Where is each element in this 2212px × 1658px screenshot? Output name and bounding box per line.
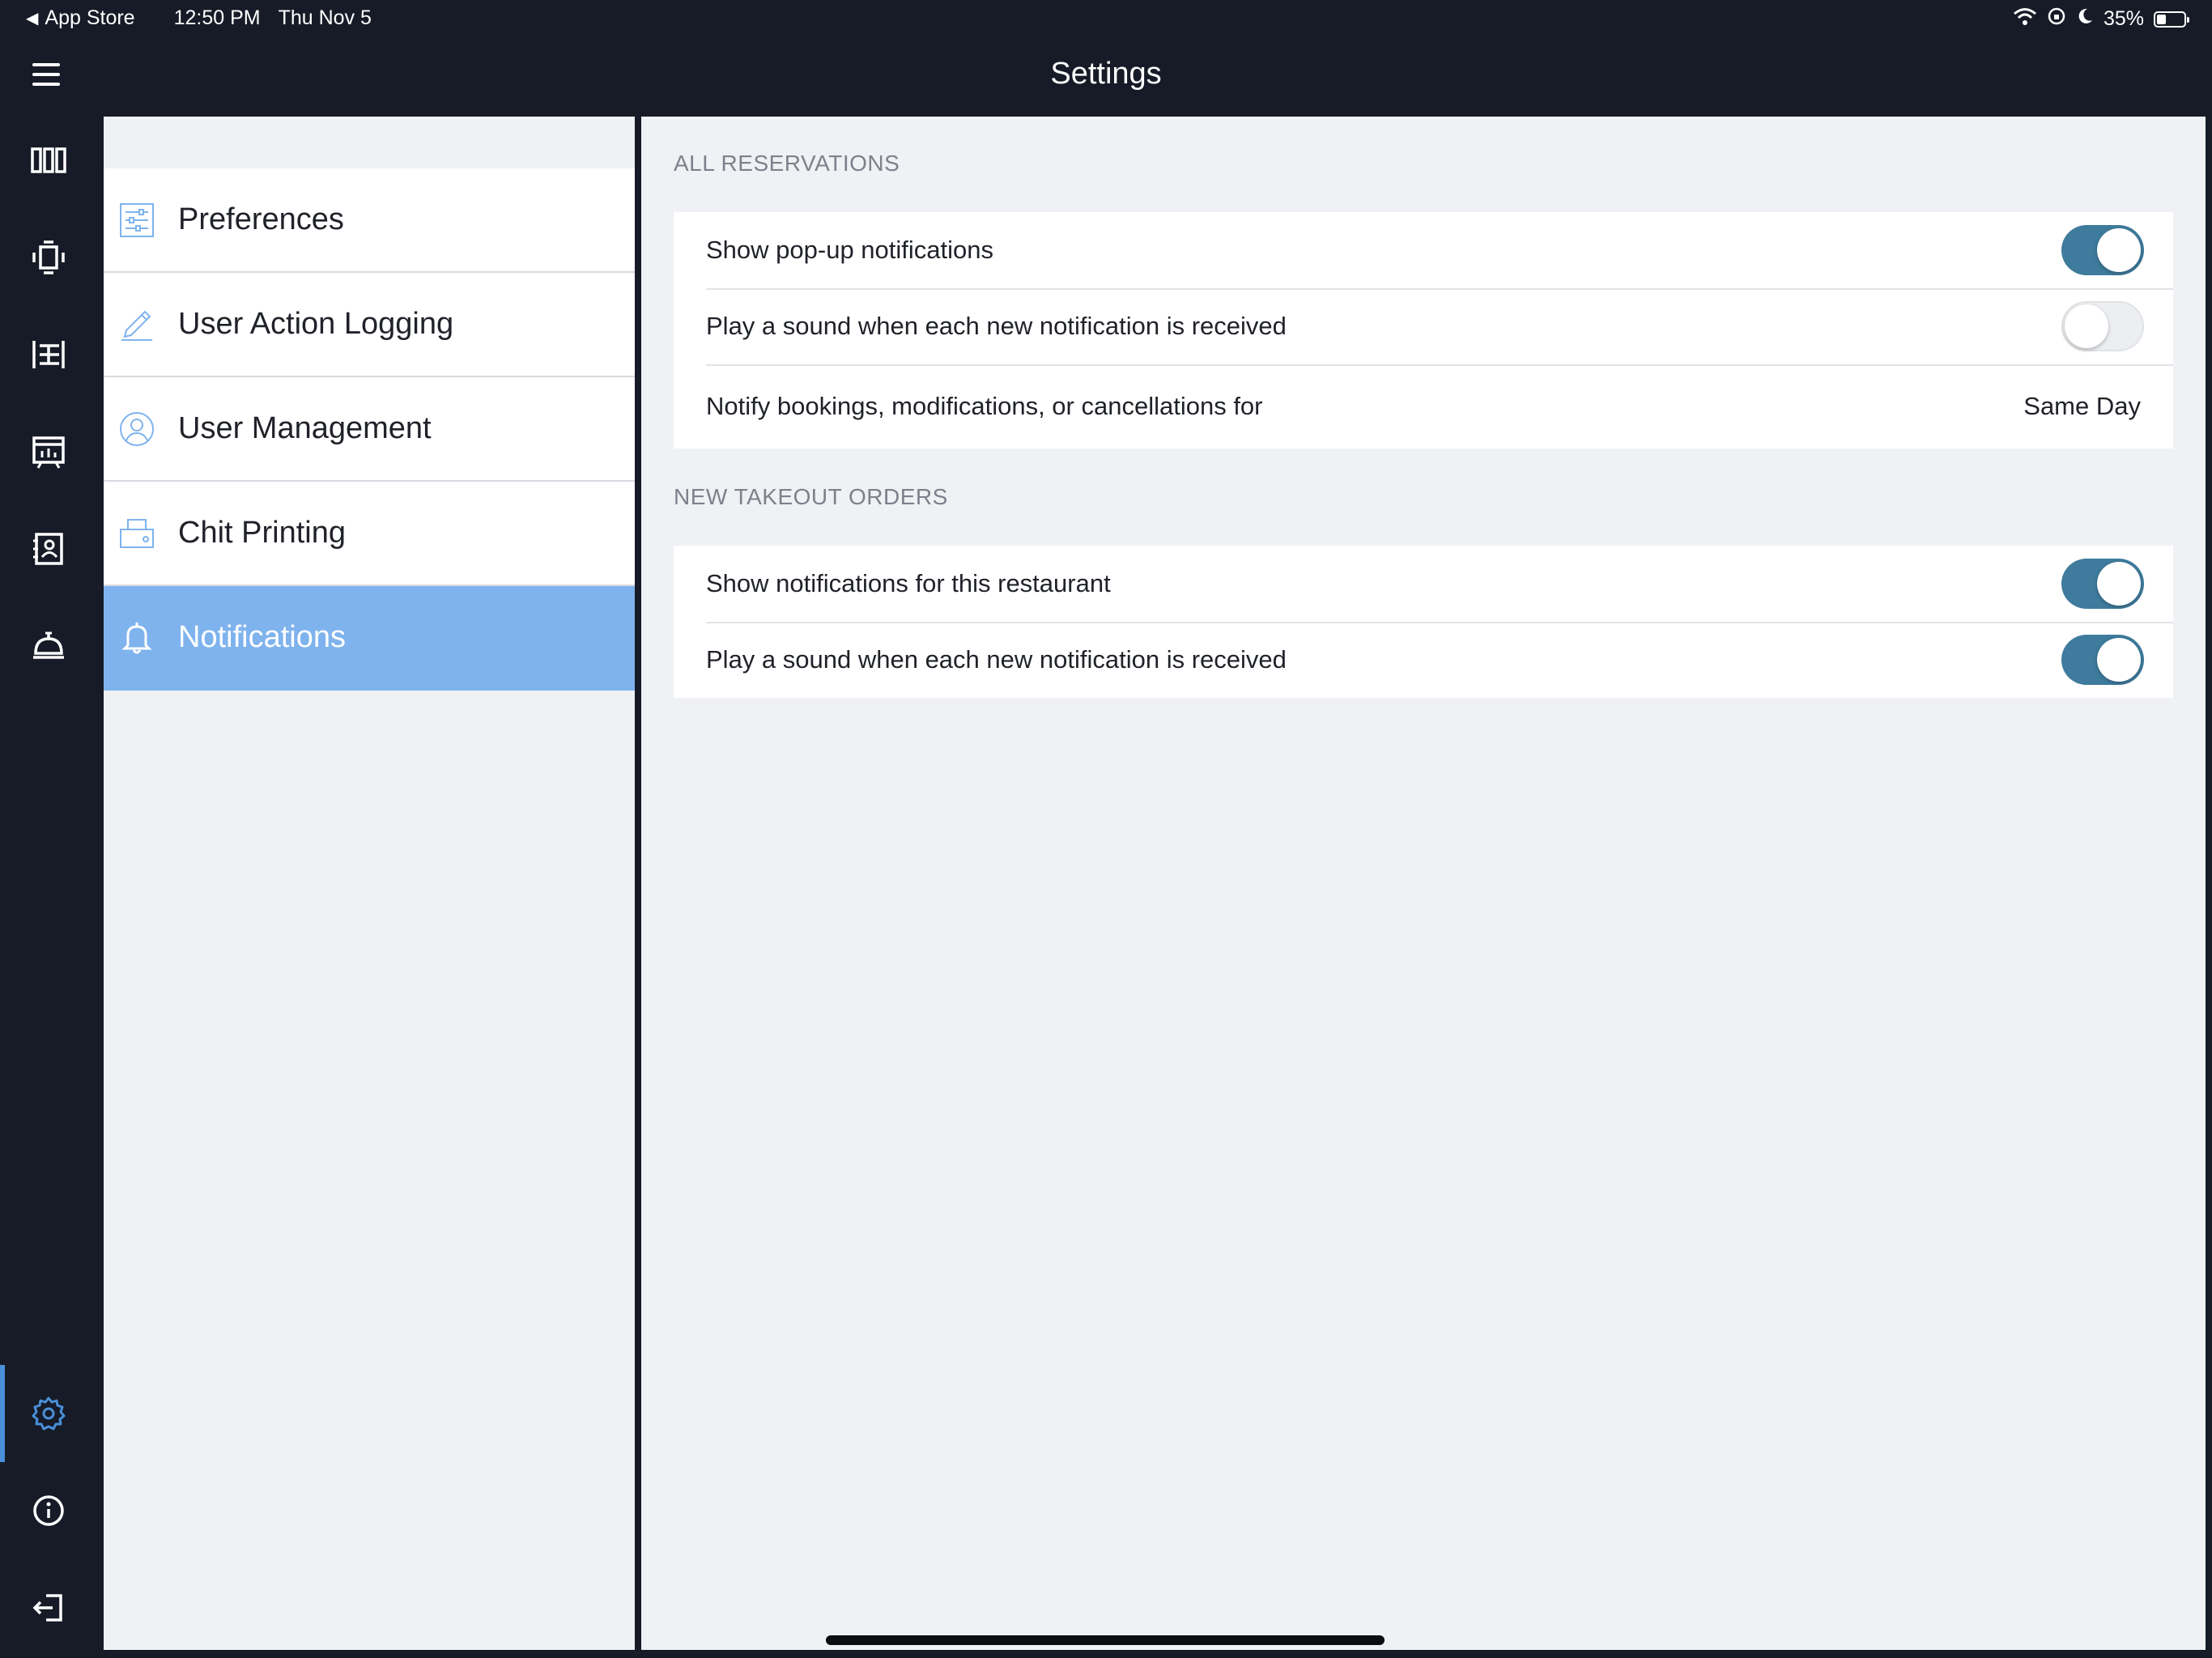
page-title: Settings (1050, 57, 1162, 91)
floor-plan-icon (32, 341, 65, 368)
do-not-disturb-moon-icon (2076, 6, 2094, 32)
rail-logout-button[interactable] (0, 1559, 97, 1656)
show-restaurant-notifications-toggle[interactable] (2061, 559, 2144, 609)
rail-floor-plan-button[interactable] (0, 306, 97, 403)
waitlist-icon (32, 240, 65, 274)
top-navigation-bar: Settings (0, 39, 2212, 112)
setting-row-play-sound-reservations: Play a sound when each new notification … (674, 288, 2173, 364)
settings-gear-icon (32, 1397, 66, 1431)
new-takeout-orders-card: Show notifications for this restaurant P… (674, 546, 2173, 698)
setting-label: Show notifications for this restaurant (706, 569, 1111, 597)
orientation-lock-icon (2047, 6, 2066, 32)
reports-calendar-icon (32, 436, 65, 469)
pencil-icon (118, 306, 155, 343)
wifi-icon (2013, 6, 2037, 32)
rail-guest-book-button[interactable] (0, 500, 97, 597)
section-heading-new-takeout-orders: NEW TAKEOUT ORDERS (674, 484, 948, 509)
reservations-columns-icon (31, 147, 66, 173)
guest-book-icon (33, 533, 63, 565)
takeout-bell-icon (33, 631, 64, 659)
user-circle-icon (118, 410, 155, 448)
battery-icon (2154, 11, 2189, 28)
settings-item-preferences[interactable]: Preferences (104, 168, 635, 273)
status-date: Thu Nov 5 (278, 6, 372, 29)
status-bar-left: ◀ App Store 12:50 PM Thu Nov 5 (26, 6, 372, 30)
setting-label: Show pop-up notifications (706, 236, 994, 264)
rail-info-button[interactable] (0, 1462, 97, 1559)
home-indicator[interactable] (826, 1635, 1385, 1645)
settings-item-user-action-logging[interactable]: User Action Logging (104, 273, 635, 377)
setting-label: Notify bookings, modifications, or cance… (706, 392, 1263, 420)
back-arrow-icon[interactable]: ◀ (26, 8, 38, 28)
setting-row-show-popup: Show pop-up notifications (674, 212, 2173, 288)
play-sound-takeout-toggle[interactable] (2061, 635, 2144, 685)
status-time: 12:50 PM (173, 6, 261, 29)
settings-item-chit-printing[interactable]: Chit Printing (104, 482, 635, 586)
rail-waitlist-button[interactable] (0, 209, 97, 306)
status-bar-right: 35% (2013, 6, 2189, 32)
battery-percent: 35% (2103, 7, 2144, 30)
notify-for-value[interactable]: Same Day (2023, 392, 2141, 421)
setting-label: Play a sound when each new notification … (706, 645, 1287, 674)
setting-row-play-sound-takeout: Play a sound when each new notification … (674, 622, 2173, 698)
notifications-detail-panel: ALL RESERVATIONS Show pop-up notificatio… (641, 117, 2206, 1650)
sliders-icon (118, 202, 155, 239)
setting-row-show-restaurant-notifications: Show notifications for this restaurant (674, 546, 2173, 622)
settings-item-label: Chit Printing (178, 516, 346, 550)
settings-item-user-management[interactable]: User Management (104, 377, 635, 482)
settings-item-label: User Management (178, 411, 432, 445)
settings-item-label: Preferences (178, 202, 344, 236)
bell-icon (118, 619, 155, 657)
settings-item-notifications[interactable]: Notifications (104, 586, 635, 691)
setting-label: Play a sound when each new notification … (706, 312, 1287, 340)
status-bar: ◀ App Store 12:50 PM Thu Nov 5 35% (0, 0, 2212, 39)
info-icon (33, 1495, 64, 1526)
rail-takeout-button[interactable] (0, 597, 97, 695)
back-to-app-link[interactable]: App Store (45, 6, 134, 30)
setting-row-notify-for[interactable]: Notify bookings, modifications, or cance… (674, 364, 2173, 449)
settings-item-label: User Action Logging (178, 307, 454, 341)
settings-menu-panel: Preferences User Action Logging User Man… (104, 117, 635, 1650)
section-heading-all-reservations: ALL RESERVATIONS (674, 151, 900, 176)
left-nav-rail (0, 112, 97, 1658)
rail-reports-button[interactable] (0, 403, 97, 500)
rail-settings-button[interactable] (0, 1365, 97, 1462)
printer-icon (118, 515, 155, 552)
settings-item-label: Notifications (178, 620, 346, 654)
all-reservations-card: Show pop-up notifications Play a sound w… (674, 212, 2173, 449)
show-popup-toggle[interactable] (2061, 225, 2144, 275)
play-sound-reservations-toggle[interactable] (2061, 301, 2144, 351)
rail-reservations-button[interactable] (0, 112, 97, 209)
logout-icon (32, 1594, 62, 1622)
